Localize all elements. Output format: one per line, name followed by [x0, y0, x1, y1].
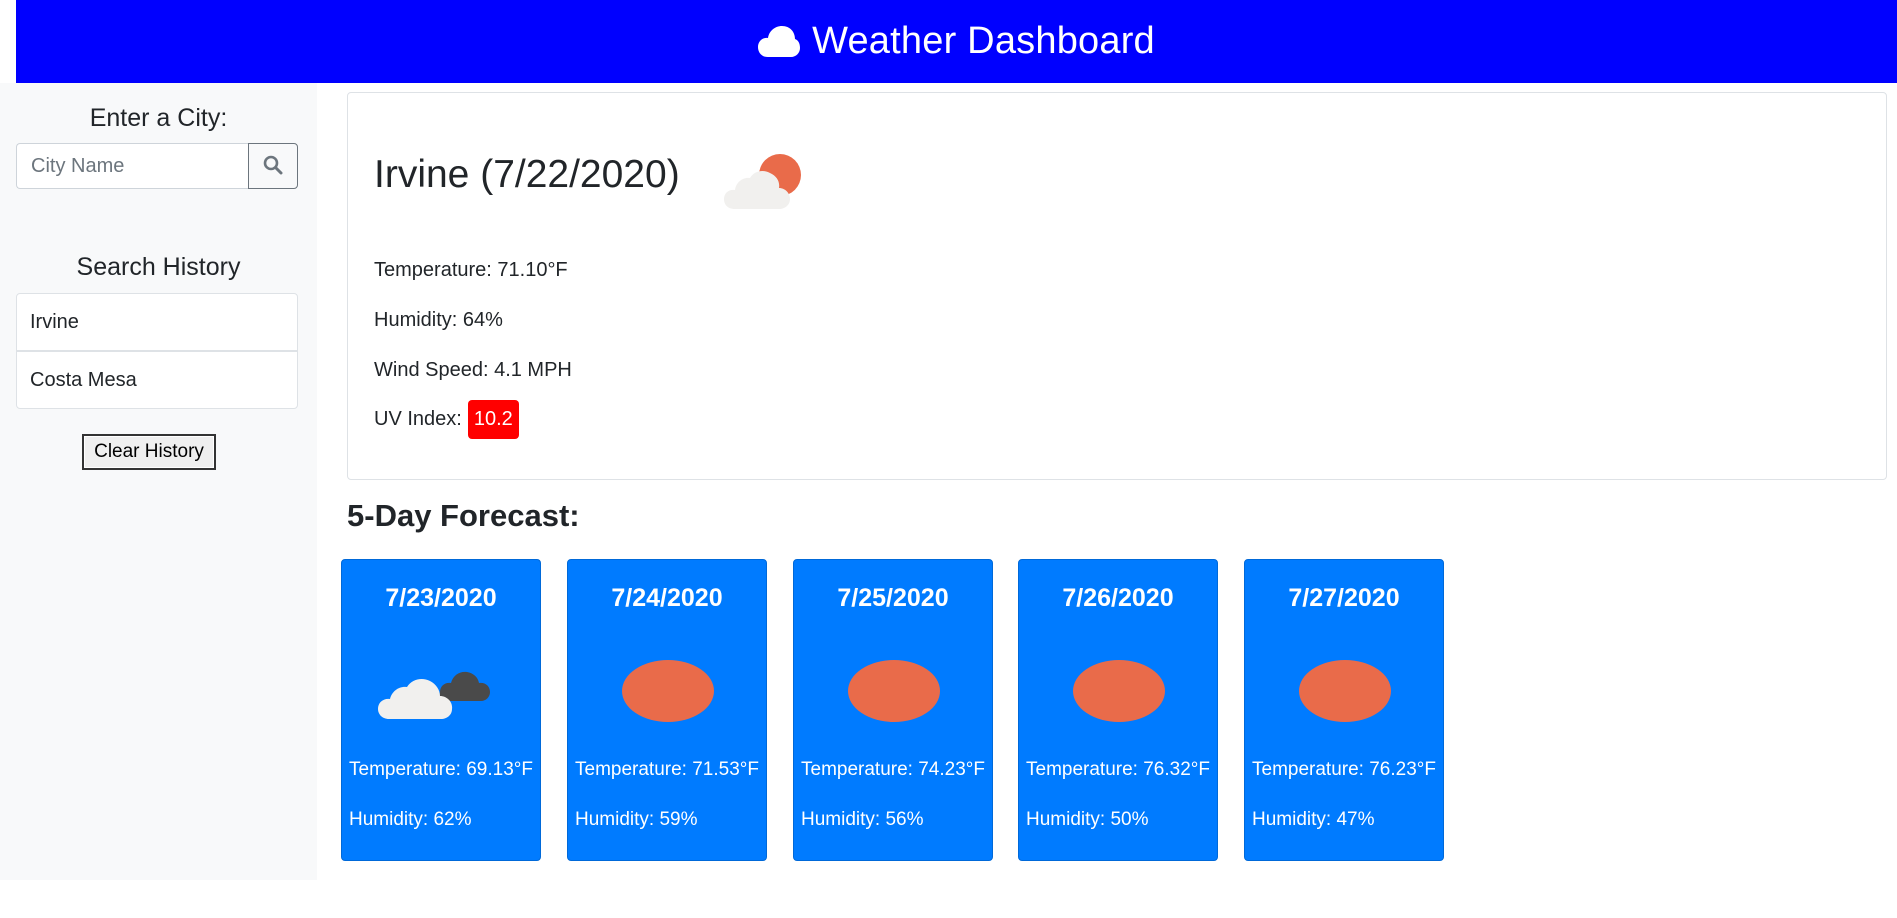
sun-icon [829, 656, 959, 726]
forecast-humidity: Humidity: 56% [801, 809, 924, 830]
forecast-date: 7/25/2020 [837, 584, 949, 612]
sidebar: Enter a City: Search History Irvine Cost… [0, 83, 317, 880]
forecast-temperature: Temperature: 74.23°F [801, 759, 985, 780]
cloud-icon [758, 25, 801, 59]
page-title: Weather Dashboard [812, 20, 1155, 62]
current-temperature: Temperature: 71.10°F [374, 259, 568, 281]
forecast-card: 7/27/2020 Temperature: 76.23°F Humidity:… [1244, 559, 1444, 861]
forecast-date: 7/27/2020 [1288, 584, 1400, 612]
forecast-temperature: Temperature: 69.13°F [349, 759, 533, 780]
partly-cloudy-icon [723, 151, 809, 218]
forecast-humidity: Humidity: 47% [1252, 809, 1375, 830]
uv-index-label: UV Index: [374, 408, 462, 430]
history-item-irvine[interactable]: Irvine [16, 293, 298, 351]
search-button[interactable] [248, 143, 298, 189]
sun-icon [1280, 656, 1410, 726]
forecast-humidity: Humidity: 62% [349, 809, 472, 830]
forecast-temperature: Temperature: 76.23°F [1252, 759, 1436, 780]
forecast-temperature: Temperature: 76.32°F [1026, 759, 1210, 780]
forecast-card: 7/24/2020 Temperature: 71.53°F Humidity:… [567, 559, 767, 861]
sun-icon [1054, 656, 1184, 726]
app-header: Weather Dashboard [16, 0, 1897, 83]
forecast-card: 7/26/2020 Temperature: 76.32°F Humidity:… [1018, 559, 1218, 861]
search-icon [263, 155, 283, 178]
city-search-input[interactable] [16, 143, 248, 189]
forecast-date: 7/26/2020 [1062, 584, 1174, 612]
forecast-title: 5-Day Forecast: [347, 498, 580, 533]
current-weather-card: Irvine (7/22/2020) Temperature: 71.10°F … [347, 92, 1887, 480]
forecast-date: 7/23/2020 [385, 584, 497, 612]
forecast-card: 7/23/2020 Temperature: 69.13°F Humidity:… [341, 559, 541, 861]
current-uv-index: UV Index: 10.2 [374, 400, 519, 439]
sun-icon [603, 656, 733, 726]
forecast-date: 7/24/2020 [611, 584, 723, 612]
current-wind-speed: Wind Speed: 4.1 MPH [374, 359, 572, 381]
history-list: Irvine Costa Mesa [16, 293, 298, 409]
uv-index-badge: 10.2 [467, 400, 519, 439]
forecast-temperature: Temperature: 71.53°F [575, 759, 759, 780]
search-group [16, 143, 298, 189]
current-city-title: Irvine (7/22/2020) [374, 153, 680, 196]
forecast-humidity: Humidity: 59% [575, 809, 698, 830]
search-history-label: Search History [76, 253, 241, 281]
clear-history-button[interactable]: Clear History [82, 434, 216, 470]
cloudy-icon [377, 656, 507, 726]
current-humidity: Humidity: 64% [374, 309, 503, 331]
enter-city-label: Enter a City: [89, 104, 228, 132]
forecast-card: 7/25/2020 Temperature: 74.23°F Humidity:… [793, 559, 993, 861]
forecast-humidity: Humidity: 50% [1026, 809, 1149, 830]
history-item-costa-mesa[interactable]: Costa Mesa [16, 351, 298, 409]
